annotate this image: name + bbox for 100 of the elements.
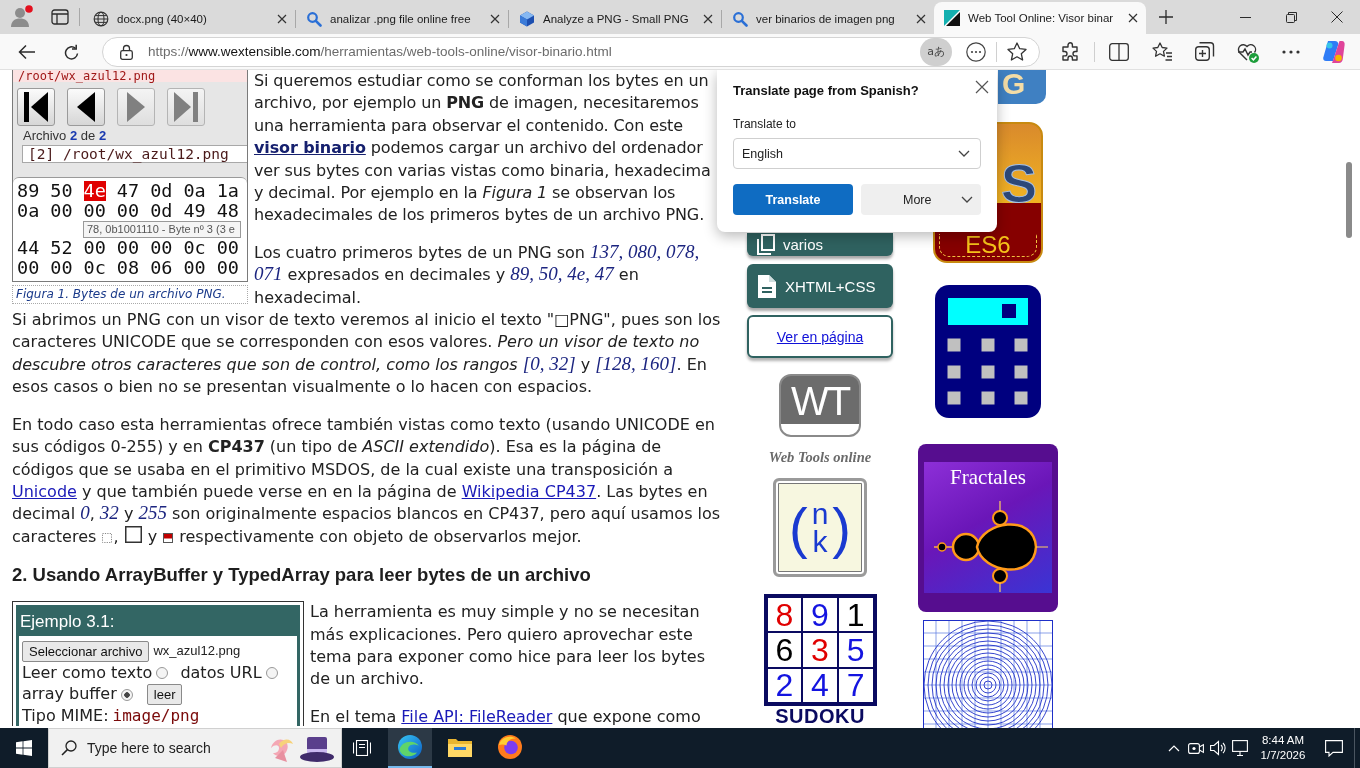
cube-icon bbox=[519, 11, 535, 27]
link[interactable]: Wikipedia CP437 bbox=[461, 481, 597, 501]
sudoku-cell: 8 bbox=[766, 597, 803, 633]
sudoku-cell: 9 bbox=[802, 597, 838, 633]
logo-tile[interactable]: WT bbox=[779, 374, 861, 437]
hex-byte: 1a bbox=[216, 181, 239, 201]
filled-square-icon bbox=[163, 532, 174, 543]
search-field[interactable]: Type here to search bbox=[87, 740, 269, 756]
close-icon[interactable] bbox=[490, 14, 500, 24]
file-counter: Archivo 2 de 2 bbox=[23, 128, 108, 143]
translate-button[interactable]: Translate bbox=[733, 184, 853, 215]
hex-byte: 00 bbox=[216, 258, 239, 278]
sudoku-cell: 6 bbox=[766, 632, 803, 668]
back-icon[interactable] bbox=[18, 43, 36, 60]
close-icon[interactable] bbox=[1128, 13, 1138, 23]
plus-icon[interactable] bbox=[1159, 10, 1173, 24]
hex-byte: 08 bbox=[116, 258, 140, 278]
file-name: wx_azul12.png bbox=[153, 642, 241, 661]
close-icon[interactable] bbox=[1331, 11, 1343, 23]
address-bar[interactable]: https://www.wextensible.com/herramientas/web-tools-online/visor-binario.html aあ bbox=[102, 36, 1040, 67]
link[interactable]: Unicode bbox=[12, 481, 77, 501]
browser-tab[interactable]: Web Tool Online: Visor binar bbox=[934, 2, 1146, 34]
sudoku-cell: 7 bbox=[837, 667, 874, 703]
url-text[interactable]: https://www.wextensible.com/herramientas/web-tools-online/visor-binario.html bbox=[148, 44, 612, 59]
target-grid-drawing[interactable] bbox=[923, 620, 1053, 728]
option-label[interactable]: datos URL bbox=[180, 661, 262, 685]
taskbar-app-button[interactable] bbox=[388, 728, 432, 768]
field-label: Translate to bbox=[733, 116, 797, 132]
more-options-icon[interactable] bbox=[966, 41, 986, 62]
task-view-icon[interactable] bbox=[353, 740, 371, 756]
browser-tab[interactable]: Analyze a PNG - Small PNG bbox=[509, 4, 721, 34]
language-select[interactable]: English bbox=[733, 138, 981, 169]
link[interactable]: visor binario bbox=[254, 138, 366, 158]
search-icon bbox=[306, 11, 322, 27]
browser-tab[interactable]: analizar .png file online free bbox=[296, 4, 508, 34]
puzzle-icon[interactable] bbox=[1061, 42, 1079, 61]
first-button[interactable] bbox=[17, 88, 55, 126]
mime-type-text: Tipo MIME: image/png bbox=[22, 706, 201, 727]
sudoku-cell: 1 bbox=[837, 597, 874, 633]
star-icon[interactable] bbox=[1007, 42, 1027, 61]
sudoku-cell: 2 bbox=[766, 667, 803, 703]
close-icon[interactable] bbox=[703, 14, 713, 24]
profile-icon[interactable] bbox=[10, 5, 34, 29]
radio-button[interactable] bbox=[156, 667, 169, 680]
calculator-icon[interactable] bbox=[935, 285, 1041, 418]
hex-byte: 00 bbox=[183, 258, 206, 278]
collections-icon[interactable] bbox=[1195, 42, 1215, 61]
camera-icon[interactable] bbox=[1188, 740, 1204, 756]
clock[interactable]: 8:44 AM 1/7/2026 bbox=[1254, 728, 1312, 768]
skip-forward-icon bbox=[174, 92, 198, 122]
browser-tab[interactable]: ver binarios de imagen png bbox=[722, 4, 934, 34]
link[interactable]: File API: FileReader bbox=[401, 706, 553, 726]
read-button[interactable]: leer bbox=[146, 684, 183, 706]
hex-byte: 50 bbox=[50, 181, 73, 201]
lock-icon[interactable] bbox=[120, 43, 133, 60]
close-icon[interactable] bbox=[277, 14, 287, 24]
hex-byte: 89 bbox=[17, 181, 40, 201]
option-label[interactable]: Leer como texto bbox=[22, 661, 153, 685]
file-path-field: [2] /root/wx_azul12.png bbox=[22, 145, 247, 163]
search-box[interactable]: Type here to search bbox=[48, 728, 342, 768]
split-screen-icon[interactable] bbox=[1109, 42, 1129, 61]
monitor-icon[interactable] bbox=[1232, 740, 1248, 756]
menu-button[interactable]: XHTML+CSS bbox=[747, 264, 893, 308]
option-label[interactable]: array buffer bbox=[22, 683, 117, 706]
favorites-icon[interactable] bbox=[1151, 42, 1173, 61]
fractal-tile[interactable]: Fractales bbox=[918, 444, 1058, 612]
hex-byte: 00 bbox=[116, 238, 140, 258]
menu-button[interactable]: varios bbox=[747, 233, 893, 256]
restore-icon[interactable] bbox=[1285, 11, 1297, 23]
hex-byte: 00 bbox=[17, 258, 40, 278]
file-button[interactable]: Seleccionar archivo bbox=[22, 641, 150, 663]
close-icon[interactable] bbox=[916, 14, 926, 24]
page-translate-button[interactable]: aあ bbox=[920, 37, 952, 66]
speaker-icon[interactable] bbox=[1210, 740, 1226, 756]
browser-tab[interactable]: docx.png (40×40) bbox=[83, 4, 295, 34]
search-icon bbox=[732, 11, 748, 27]
hex-byte: 4e bbox=[83, 181, 106, 201]
chevron-up-icon[interactable] bbox=[1168, 744, 1180, 752]
tile-caption: Fractales bbox=[950, 465, 1026, 489]
copilot-icon[interactable] bbox=[1322, 39, 1346, 64]
close-icon[interactable] bbox=[975, 80, 989, 94]
outlined-square-icon bbox=[124, 525, 142, 543]
radio-button[interactable] bbox=[265, 667, 278, 680]
more-menu-icon[interactable] bbox=[1282, 49, 1300, 54]
paragraph: En todo caso esta herramientas ofrece también vistas como texto (usando UNICODE en sus códigos 0-255) y en CP437 (un tipo de ASCII extendido). Esa es la página de códigos que se usaba en el primitivo MSDOS, de la cual existe una transposición a Unicode y que también puede verse en en la página de Wikipedia CP437. Las bytes en decimal 0, 32 y 255 son originalmente espacios blancos en CP437, pero aquí usamos los caracteres , y respectivamente con objeto de observarlos mejor. bbox=[12, 413, 722, 548]
hex-byte: 06 bbox=[150, 258, 173, 278]
radio-button[interactable] bbox=[120, 688, 133, 701]
sudoku-grid[interactable]: 8 9 1 6 3 5 2 4 7 bbox=[763, 594, 877, 706]
refresh-icon[interactable] bbox=[63, 43, 79, 60]
tab-actions-icon[interactable] bbox=[51, 9, 69, 25]
paragraph: En el tema File API: FileReader que expone como bbox=[310, 705, 702, 728]
previous-button[interactable] bbox=[67, 88, 105, 126]
file-path-field: /root/wx_azul12.png bbox=[13, 70, 247, 82]
scrollbar-thumb[interactable] bbox=[1346, 162, 1352, 238]
minimize-icon[interactable] bbox=[1239, 16, 1251, 18]
triangle-right-icon bbox=[127, 92, 145, 122]
notification-icon[interactable] bbox=[1325, 739, 1343, 757]
more-button[interactable]: More bbox=[861, 184, 981, 215]
windows-logo-icon[interactable] bbox=[16, 740, 32, 756]
paragraph: La herramienta es muy simple y no se necesitan más explicaciones. Pero quiero aprovechar este tema para exponer como hice para leer los bytes de un archivo. bbox=[310, 601, 706, 691]
